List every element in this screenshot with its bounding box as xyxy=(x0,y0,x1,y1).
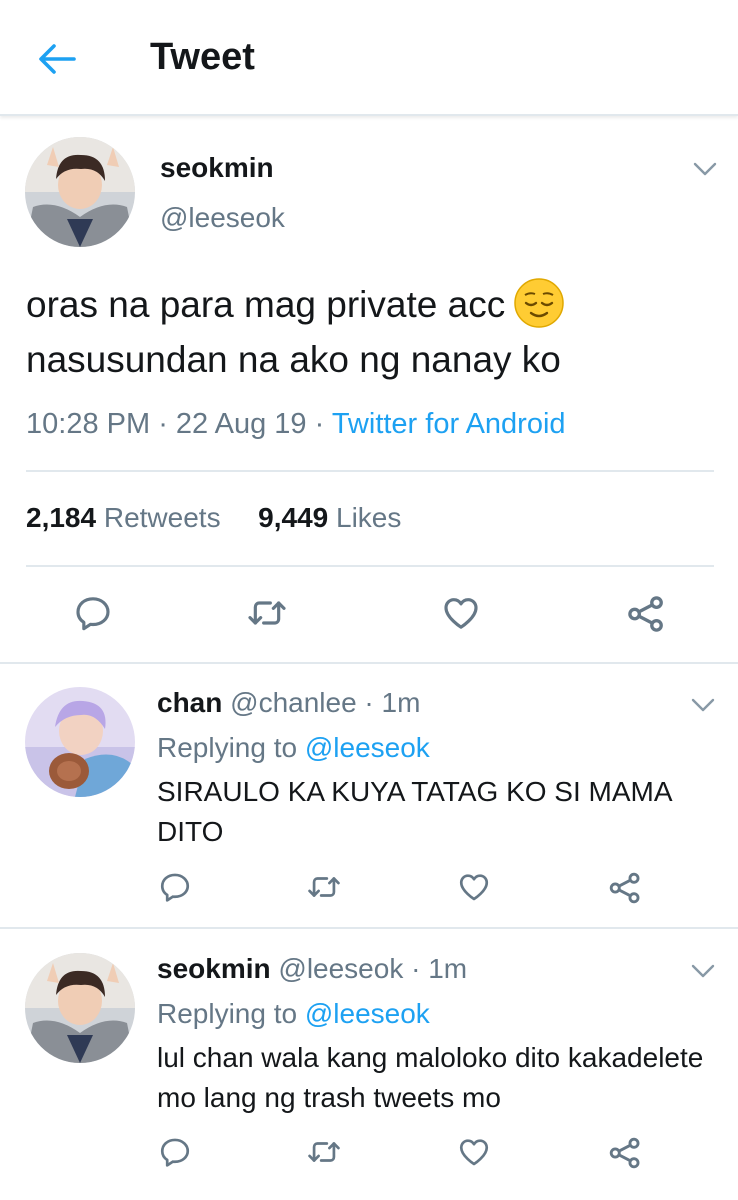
share-icon[interactable] xyxy=(607,1135,643,1171)
tweet-text: oras na para mag private acc nasusundan … xyxy=(26,278,716,387)
avatar[interactable] xyxy=(25,687,135,797)
reply-icon[interactable] xyxy=(158,870,192,904)
replying-to: Replying to @leeseok xyxy=(157,998,430,1030)
reply-author-handle[interactable]: @leeseok xyxy=(278,953,403,984)
separator: · xyxy=(306,408,332,440)
chevron-down-icon[interactable] xyxy=(690,696,716,714)
author-handle[interactable]: @leeseok xyxy=(160,202,285,234)
replying-to-link[interactable]: @leeseok xyxy=(305,732,430,763)
reply-header: seokmin @leeseok · 1m xyxy=(157,953,467,985)
retweets-label: Retweets xyxy=(103,502,221,533)
separator: · xyxy=(403,953,429,984)
page-title: Tweet xyxy=(150,36,255,78)
divider xyxy=(0,662,738,664)
chevron-down-icon[interactable] xyxy=(690,962,716,980)
back-arrow-icon[interactable] xyxy=(36,40,78,78)
likes-stat[interactable]: 9,449 Likes xyxy=(258,502,401,533)
tweet-stats: 2,184 Retweets 9,449 Likes xyxy=(26,502,401,534)
retweet-icon[interactable] xyxy=(245,593,289,633)
top-bar: Tweet xyxy=(0,0,738,116)
share-icon[interactable] xyxy=(607,870,643,906)
tweet-text-line2: nasusundan na ako ng nanay ko xyxy=(26,339,561,381)
relieved-face-emoji-icon xyxy=(514,278,564,328)
reply-author-name[interactable]: seokmin xyxy=(157,953,271,984)
replying-to: Replying to @leeseok xyxy=(157,732,430,764)
tweet-date: 22 Aug 19 xyxy=(175,408,307,440)
replying-to-label: Replying to xyxy=(157,998,298,1029)
reply-author-handle[interactable]: @chanlee xyxy=(230,687,357,718)
retweet-icon[interactable] xyxy=(305,1135,343,1169)
reply-icon[interactable] xyxy=(158,1135,192,1169)
separator: · xyxy=(150,408,176,440)
author-name[interactable]: seokmin xyxy=(160,152,274,184)
likes-label: Likes xyxy=(336,502,402,533)
retweets-count: 2,184 xyxy=(26,502,97,533)
reply-text: SIRAULO KA KUYA TATAG KO SI MAMA DITO xyxy=(157,776,671,847)
share-icon[interactable] xyxy=(625,593,667,635)
retweet-icon[interactable] xyxy=(305,870,343,904)
reply-author-name[interactable]: chan xyxy=(157,687,222,718)
likes-count: 9,449 xyxy=(258,502,329,533)
heart-icon[interactable] xyxy=(456,870,492,904)
reply-text: lul chan wala kang maloloko dito kakadel… xyxy=(157,1042,704,1113)
avatar[interactable] xyxy=(25,137,135,247)
divider xyxy=(26,565,714,567)
heart-icon[interactable] xyxy=(440,593,482,633)
tweet-time: 10:28 PM xyxy=(26,408,151,440)
tweet-source-link[interactable]: Twitter for Android xyxy=(332,408,566,440)
replying-to-label: Replying to xyxy=(157,732,298,763)
heart-icon[interactable] xyxy=(456,1135,492,1169)
replying-to-link[interactable]: @leeseok xyxy=(305,998,430,1029)
divider xyxy=(26,470,714,472)
retweets-stat[interactable]: 2,184 Retweets xyxy=(26,502,221,533)
reply-time: 1m xyxy=(428,953,468,984)
tweet-text-line1: oras na para mag private acc xyxy=(26,284,506,325)
reply-time: 1m xyxy=(381,687,421,718)
reply-header: chan @chanlee · 1m xyxy=(157,687,420,719)
tweet-meta: 10:28 PM · 22 Aug 19 · Twitter for Andro… xyxy=(26,408,566,441)
divider xyxy=(0,927,738,929)
avatar[interactable] xyxy=(25,953,135,1063)
separator: · xyxy=(356,687,382,718)
reply-icon[interactable] xyxy=(73,593,113,633)
chevron-down-icon[interactable] xyxy=(692,160,718,178)
